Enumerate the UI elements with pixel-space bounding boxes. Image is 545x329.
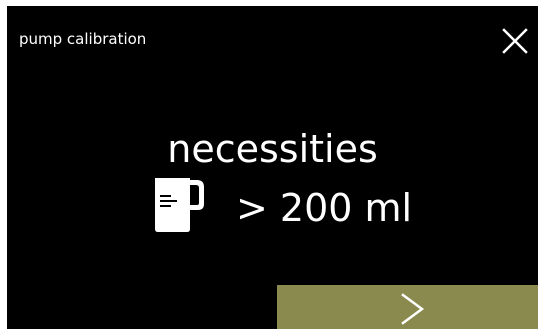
- close-button[interactable]: [499, 25, 531, 57]
- next-button[interactable]: [277, 285, 538, 329]
- measuring-jug-icon: [151, 174, 207, 232]
- page-title: pump calibration: [19, 30, 147, 48]
- requirement-label: necessities: [167, 127, 378, 171]
- close-icon: [502, 28, 528, 54]
- calibration-screen: pump calibration necessities > 200 ml: [7, 6, 538, 329]
- required-amount: > 200 ml: [236, 186, 413, 230]
